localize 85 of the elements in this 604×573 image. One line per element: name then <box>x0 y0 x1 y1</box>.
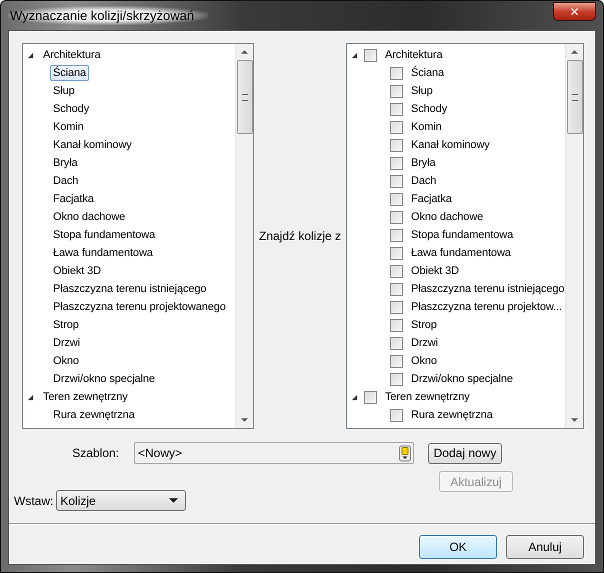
tree-item[interactable]: Drzwi/okno specjalne <box>50 371 158 387</box>
cancel-button[interactable]: Anuluj <box>506 535 584 559</box>
tree-item[interactable]: Komin <box>408 119 445 135</box>
caret-icon <box>169 498 178 503</box>
tree-item[interactable]: Facjatka <box>408 191 455 207</box>
tree-item[interactable]: Schody <box>408 101 450 117</box>
window-title: Wyznaczanie kolizji/skrzyżowań <box>8 6 208 25</box>
checkbox[interactable] <box>390 120 403 134</box>
tree-item[interactable]: Teren zewnętrzny <box>382 389 473 405</box>
checkbox[interactable] <box>390 354 403 368</box>
template-label: Szablon: <box>71 446 120 460</box>
checkbox[interactable] <box>390 174 403 188</box>
tree-item[interactable]: Komin <box>50 119 87 135</box>
tree-item[interactable]: Drzwi <box>408 335 441 351</box>
tree-item[interactable]: Kanał kominowy <box>408 137 493 153</box>
tree-item[interactable]: Okno dachowe <box>408 209 486 225</box>
checkbox[interactable] <box>390 300 403 314</box>
checkbox[interactable] <box>390 138 403 152</box>
scroll-up-icon[interactable] <box>571 50 578 54</box>
checkbox[interactable] <box>390 408 403 422</box>
tree-item[interactable]: Płaszczyzna terenu istniejącego <box>408 281 565 297</box>
tree-item[interactable]: Stopa fundamentowa <box>408 227 516 243</box>
tree-item[interactable]: Architektura <box>40 47 104 63</box>
tree-item[interactable]: Rura zewnętrzna <box>50 407 138 423</box>
template-field[interactable]: <Nowy> <box>134 442 414 464</box>
expander-icon[interactable] <box>27 394 34 400</box>
checkbox[interactable] <box>390 282 403 296</box>
tree-item[interactable]: Kanał kominowy <box>50 137 135 153</box>
checkbox[interactable] <box>390 84 403 98</box>
checkbox[interactable] <box>364 390 377 404</box>
ok-button[interactable]: OK <box>419 535 497 559</box>
checkbox[interactable] <box>390 246 403 260</box>
close-button[interactable]: ✕ <box>553 2 596 21</box>
add-new-button[interactable]: Dodaj nowy <box>428 442 502 464</box>
tree-item[interactable]: Słup <box>50 83 78 99</box>
tree-item[interactable]: Okno dachowe <box>50 209 128 225</box>
tree-item[interactable]: Bryła <box>50 155 81 171</box>
checkbox[interactable] <box>390 264 403 278</box>
tree-item[interactable]: Dach <box>50 173 82 189</box>
insert-label: Wstaw: <box>14 494 54 508</box>
scrollbar[interactable] <box>565 44 583 428</box>
expander-icon[interactable] <box>351 394 358 400</box>
checkbox[interactable] <box>390 336 403 350</box>
scrollbar[interactable] <box>235 44 253 428</box>
tree-item[interactable]: Okno <box>408 353 440 369</box>
tree-item[interactable]: Strop <box>50 317 82 333</box>
find-collisions-label: Znajdź kolizje z <box>258 229 342 243</box>
tree-item[interactable]: Słup <box>408 83 436 99</box>
checkbox[interactable] <box>364 48 377 62</box>
tree-item[interactable]: Architektura <box>382 47 446 63</box>
checkbox[interactable] <box>390 102 403 116</box>
tree-item[interactable]: Obiekt 3D <box>50 263 104 279</box>
tree-item[interactable]: Ściana <box>408 65 448 81</box>
tree-item[interactable]: Ława fundamentowa <box>50 245 156 261</box>
tree-item[interactable]: Schody <box>50 101 92 117</box>
checkbox[interactable] <box>390 192 403 206</box>
expander-icon[interactable] <box>351 52 358 58</box>
scroll-down-icon[interactable] <box>571 418 578 422</box>
checkbox[interactable] <box>390 66 403 80</box>
expander-icon[interactable] <box>27 52 34 58</box>
tree-item[interactable]: Bryła <box>408 155 439 171</box>
tree-item[interactable]: Okno <box>50 353 82 369</box>
tree-item[interactable]: Obiekt 3D <box>408 263 462 279</box>
tree-item[interactable]: Stopa fundamentowa <box>50 227 158 243</box>
scroll-down-icon[interactable] <box>241 418 248 422</box>
tree-item[interactable]: Drzwi <box>50 335 83 351</box>
tree-item[interactable]: Płaszczyzna terenu istniejącego <box>50 281 210 297</box>
tree-item[interactable]: Drzwi/okno specjalne <box>408 371 516 387</box>
scroll-up-icon[interactable] <box>241 50 248 54</box>
tree-item[interactable]: Rura zewnętrzna <box>408 407 496 423</box>
checkbox[interactable] <box>390 210 403 224</box>
tree-item[interactable]: Ściana <box>50 65 90 81</box>
tree-item[interactable]: Teren zewnętrzny <box>40 389 131 405</box>
checkbox[interactable] <box>390 372 403 386</box>
tree-item[interactable]: Ława fundamentowa <box>408 245 514 261</box>
checkbox[interactable] <box>390 318 403 332</box>
tree-item[interactable]: Płaszczyzna terenu projektow... <box>408 299 565 315</box>
tree-item[interactable]: Facjatka <box>50 191 97 207</box>
checkbox[interactable] <box>390 228 403 242</box>
tree-item[interactable]: Strop <box>408 317 440 333</box>
insert-dropdown[interactable]: Kolizje <box>56 490 186 511</box>
dropdown-icon[interactable] <box>399 444 411 462</box>
checkbox[interactable] <box>390 156 403 170</box>
tree-item[interactable]: Dach <box>408 173 440 189</box>
tree-item[interactable]: Płaszczyzna terenu projektowanego <box>50 299 229 315</box>
